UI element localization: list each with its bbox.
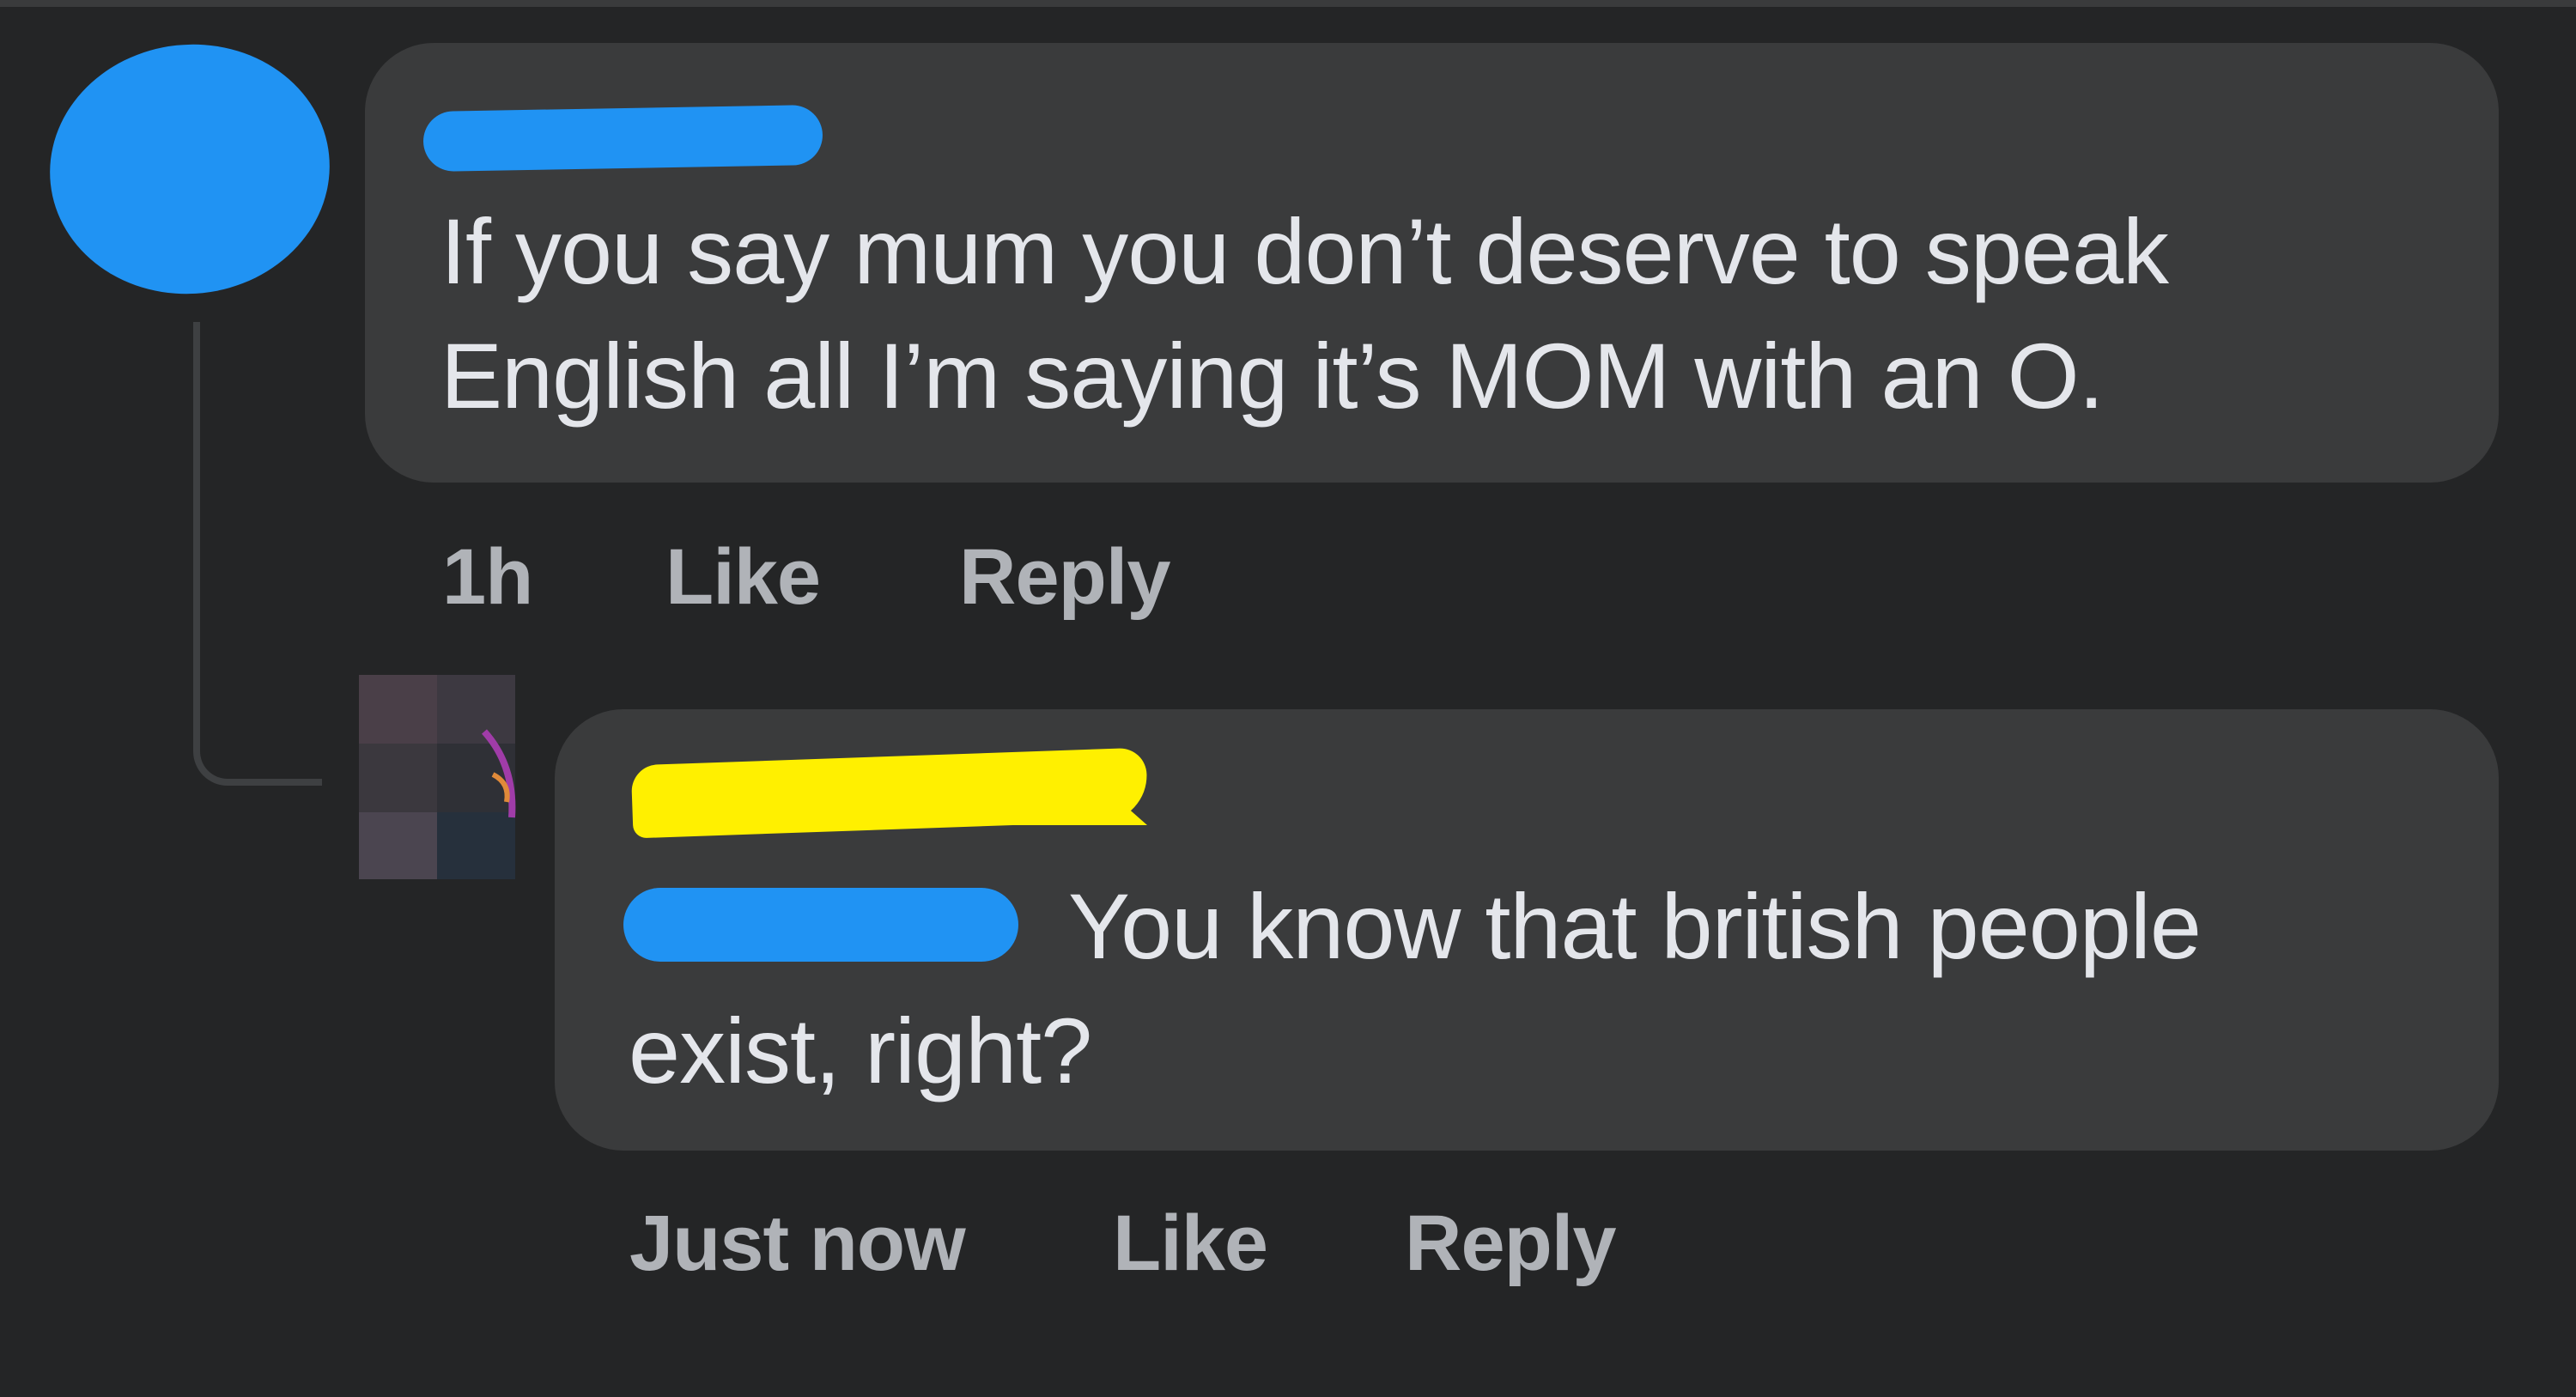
reply-bubble: You know that british people exist, righ… bbox=[555, 709, 2499, 1151]
mention-tag-redacted[interactable] bbox=[623, 888, 1018, 962]
commenter-name-redacted[interactable] bbox=[422, 104, 823, 173]
reply-timestamp: Just now bbox=[629, 1200, 966, 1287]
replier-name-redacted[interactable] bbox=[630, 739, 1151, 847]
comment-bubble: If you say mum you don’t deserve to spea… bbox=[365, 43, 2499, 483]
reply-text-line-1: You know that british people bbox=[1068, 874, 2202, 978]
comment-text-line-1: If you say mum you don’t deserve to spea… bbox=[440, 199, 2169, 303]
comment-reply-button[interactable]: Reply bbox=[959, 532, 1171, 623]
comment-like-button[interactable]: Like bbox=[665, 532, 821, 623]
avatar-story-ring-icon bbox=[482, 729, 516, 818]
reply-like-button[interactable]: Like bbox=[1113, 1199, 1268, 1289]
reply-text-line-2: exist, right? bbox=[629, 999, 1092, 1102]
reply-reply-button[interactable]: Reply bbox=[1405, 1199, 1617, 1289]
comment-text-line-2: English all I’m saying it’s MOM with an … bbox=[440, 324, 2105, 428]
top-divider bbox=[0, 0, 2576, 7]
comment-timestamp: 1h bbox=[442, 533, 533, 621]
reply-thread-connector bbox=[193, 322, 322, 786]
commenter-avatar-redacted[interactable] bbox=[37, 30, 343, 308]
